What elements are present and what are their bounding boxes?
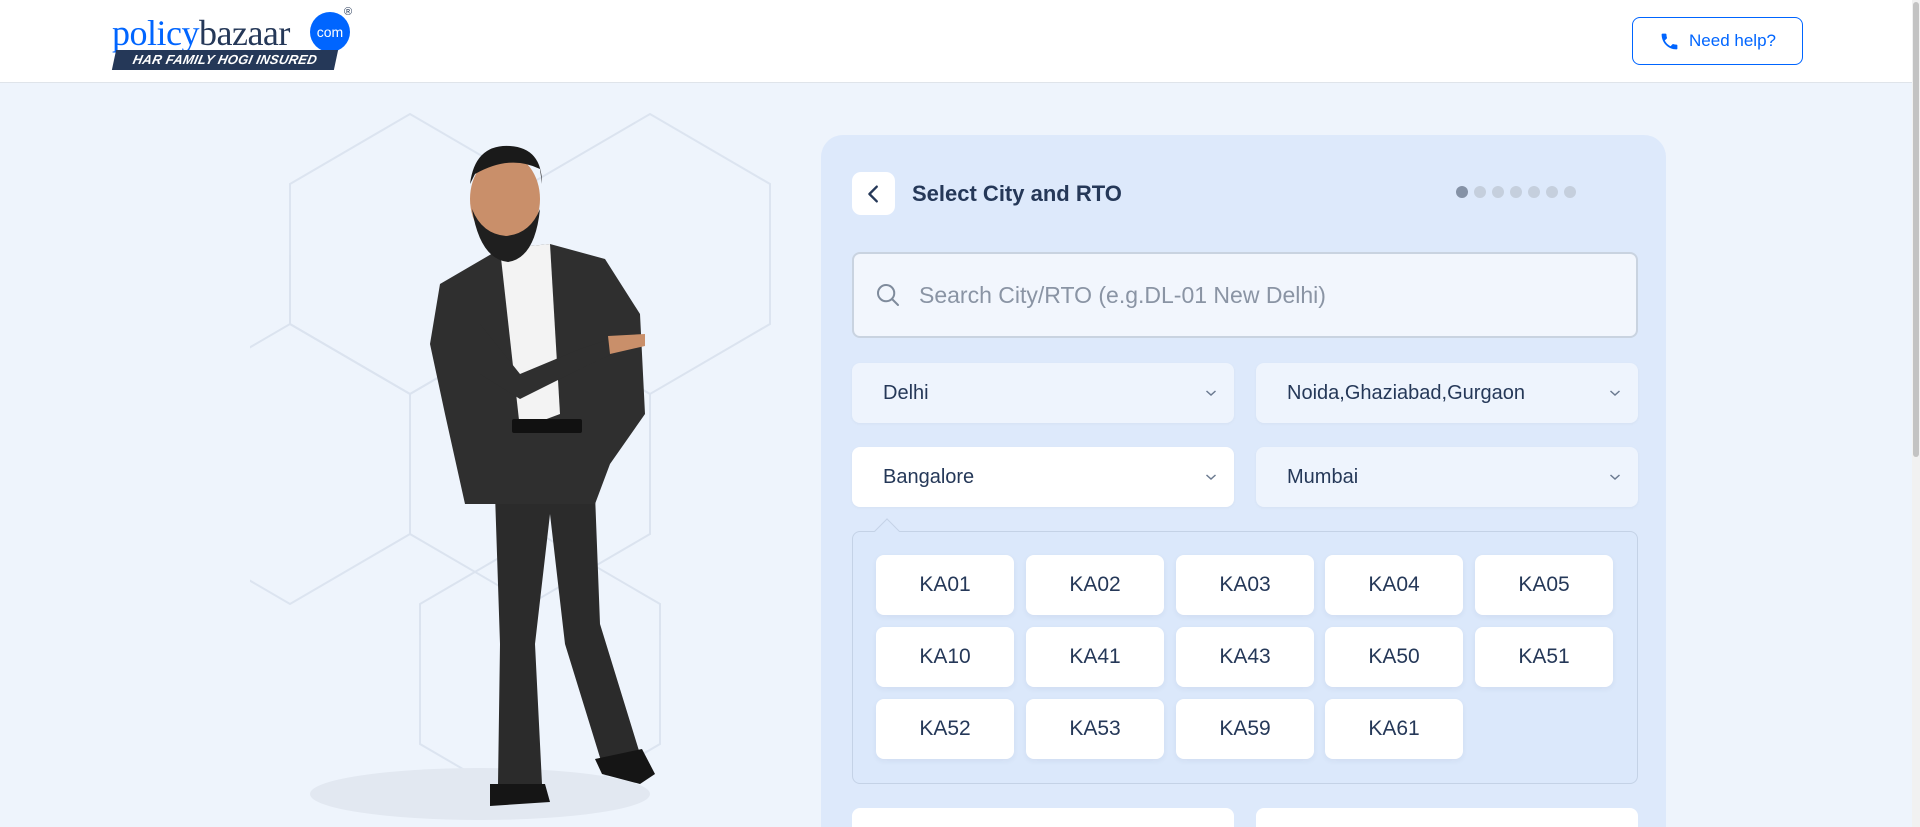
rto-option[interactable]: KA05: [1475, 555, 1613, 615]
chevron-left-icon: [867, 184, 878, 203]
logo-tagline: HAR FAMILY HOGI INSURED: [111, 50, 339, 70]
progress-dot-7: [1564, 186, 1576, 198]
policybazaar-logo[interactable]: policybazaar com ® HAR FAMILY HOGI INSUR…: [111, 6, 353, 74]
back-button[interactable]: [852, 172, 895, 215]
city-label: Noida,Ghaziabad,Gurgaon: [1287, 381, 1525, 404]
city-label: Bangalore: [883, 465, 975, 488]
rto-option[interactable]: KA59: [1176, 699, 1314, 759]
city-dropdown-bangalore[interactable]: Bangalore: [852, 447, 1234, 507]
rto-option[interactable]: KA53: [1026, 699, 1164, 759]
city-rto-search[interactable]: [852, 252, 1638, 338]
city-dropdown-partial[interactable]: [1256, 808, 1638, 827]
rto-option[interactable]: KA41: [1026, 627, 1164, 687]
city-dropdown-noida-ghaziabad-gurgaon[interactable]: Noida,Ghaziabad,Gurgaon: [1256, 363, 1638, 423]
progress-dot-6: [1546, 186, 1558, 198]
page-scrollbar-thumb[interactable]: [1913, 2, 1919, 457]
rto-option[interactable]: KA04: [1325, 555, 1463, 615]
rto-option[interactable]: KA03: [1176, 555, 1314, 615]
chevron-down-icon: [1206, 474, 1216, 481]
rto-option[interactable]: KA50: [1325, 627, 1463, 687]
need-help-label: Need help?: [1689, 31, 1776, 50]
rto-option[interactable]: KA52: [876, 699, 1014, 759]
phone-icon: [1661, 33, 1678, 49]
brand-ambassador-illustration: [250, 112, 771, 820]
search-icon: [877, 284, 899, 306]
need-help-button[interactable]: Need help?: [1632, 17, 1803, 65]
page-title: Select City and RTO: [912, 181, 1122, 206]
rto-option[interactable]: KA61: [1325, 699, 1463, 759]
progress-dot-1: [1456, 186, 1468, 198]
progress-dot-5: [1528, 186, 1540, 198]
city-label: Mumbai: [1287, 465, 1359, 488]
rto-option[interactable]: KA10: [876, 627, 1014, 687]
city-dropdown-partial[interactable]: [852, 808, 1234, 827]
city-label: Delhi: [883, 381, 929, 404]
city-dropdown-mumbai[interactable]: Mumbai: [1256, 447, 1638, 507]
search-input[interactable]: [919, 281, 1619, 309]
rto-option[interactable]: KA43: [1176, 627, 1314, 687]
progress-dot-2: [1474, 186, 1486, 198]
progress-dot-3: [1492, 186, 1504, 198]
progress-dots: [1456, 186, 1576, 198]
logo-registered-mark: ®: [344, 6, 353, 18]
chevron-down-icon: [1610, 474, 1620, 481]
city-dropdown-delhi[interactable]: Delhi: [852, 363, 1234, 423]
progress-dot-4: [1510, 186, 1522, 198]
rto-option[interactable]: KA02: [1026, 555, 1164, 615]
logo-dot-com: com: [310, 12, 350, 52]
rto-option[interactable]: KA51: [1475, 627, 1613, 687]
rto-option[interactable]: KA01: [876, 555, 1014, 615]
chevron-down-icon: [1206, 390, 1216, 397]
header: policybazaar com ® HAR FAMILY HOGI INSUR…: [0, 0, 1920, 83]
chevron-down-icon: [1610, 390, 1620, 397]
